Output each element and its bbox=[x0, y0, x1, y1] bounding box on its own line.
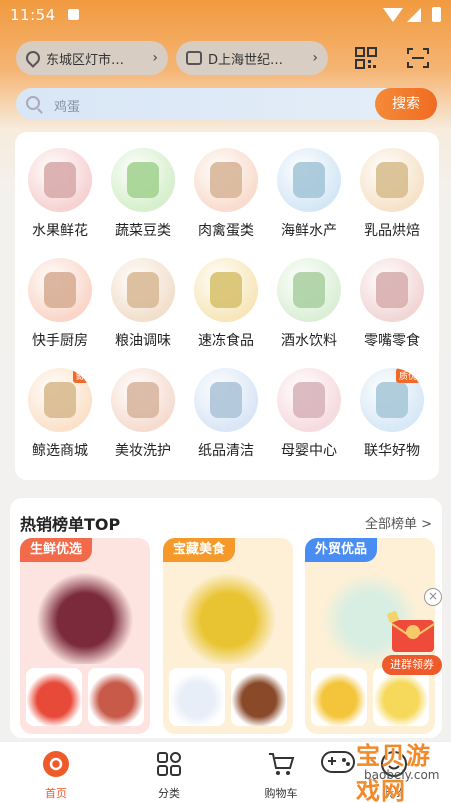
float-close-button[interactable]: × bbox=[424, 588, 442, 606]
chevron-right-icon: › bbox=[152, 50, 158, 66]
battery-icon bbox=[432, 7, 441, 22]
category-label: 美妆洗护 bbox=[115, 443, 171, 459]
signal-icon bbox=[407, 8, 421, 22]
category-item[interactable]: 鲸鲸选商城 bbox=[20, 368, 100, 460]
hot-product-thumb[interactable] bbox=[373, 668, 429, 726]
baby-icon bbox=[277, 368, 341, 432]
hot-product-thumb[interactable] bbox=[231, 668, 287, 726]
wifi-icon bbox=[383, 8, 403, 22]
warehouse-selector[interactable]: D上海世纪… › bbox=[176, 41, 328, 75]
frozen-food-icon bbox=[194, 258, 258, 322]
search-button[interactable]: 搜索 bbox=[375, 88, 437, 120]
nav-home[interactable]: 首页 bbox=[21, 750, 91, 801]
category-label: 零嘴零食 bbox=[364, 333, 420, 349]
category-label: 母婴中心 bbox=[281, 443, 337, 459]
category-item[interactable]: 水果鲜花 bbox=[20, 148, 100, 240]
category-item[interactable]: 纸品清洁 bbox=[186, 368, 266, 460]
gift-envelope-icon[interactable] bbox=[384, 610, 442, 654]
category-item[interactable]: 肉禽蛋类 bbox=[186, 148, 266, 240]
seafood-icon bbox=[277, 148, 341, 212]
status-time: 11:54 bbox=[10, 6, 56, 24]
store-location-label: 东城区灯市… bbox=[46, 52, 125, 68]
gamepad-icon bbox=[321, 751, 355, 773]
hot-column-tag: 外贸优品 bbox=[305, 538, 378, 562]
meat-egg-icon bbox=[194, 148, 258, 212]
hot-product-image[interactable] bbox=[30, 566, 140, 664]
category-item[interactable]: 母婴中心 bbox=[269, 368, 349, 460]
nav-category[interactable]: 分类 bbox=[134, 750, 204, 801]
category-label: 肉禽蛋类 bbox=[198, 223, 254, 239]
category-item[interactable]: 酒水饮料 bbox=[269, 258, 349, 350]
category-item[interactable]: 蔬菜豆类 bbox=[103, 148, 183, 240]
category-item[interactable]: 乳品烘焙 bbox=[352, 148, 432, 240]
cart-icon bbox=[269, 753, 295, 775]
hot-column[interactable]: 宝藏美食 bbox=[163, 538, 293, 734]
category-grid: 水果鲜花 蔬菜豆类 肉禽蛋类 海鲜水产 乳品烘焙快手厨房 粮油调味 速冻食品 酒水饮料 零嘴零食… bbox=[15, 132, 439, 480]
category-item[interactable]: 粮油调味 bbox=[103, 258, 183, 350]
category-label: 纸品清洁 bbox=[198, 443, 254, 459]
join-group-coupon-label[interactable]: 进群领券 bbox=[382, 655, 442, 675]
search-icon bbox=[26, 96, 40, 110]
drinks-icon bbox=[277, 258, 341, 322]
location-pin-icon bbox=[23, 48, 43, 68]
hot-column-tag: 生鲜优选 bbox=[20, 538, 93, 562]
home-icon bbox=[43, 751, 69, 777]
scan-icon[interactable] bbox=[406, 46, 430, 70]
category-label: 快手厨房 bbox=[32, 333, 88, 349]
quick-kitchen-icon bbox=[28, 258, 92, 322]
hot-product-thumb[interactable] bbox=[169, 668, 225, 726]
hot-product-thumb[interactable] bbox=[88, 668, 144, 726]
qr-code-icon[interactable] bbox=[354, 46, 378, 70]
category-label: 联华好物 bbox=[364, 443, 420, 459]
nav-home-label: 首页 bbox=[45, 787, 67, 800]
category-item[interactable]: 速冻食品 bbox=[186, 258, 266, 350]
all-rankings-link[interactable]: 全部榜单 > bbox=[365, 513, 432, 532]
search-input[interactable]: 鸡蛋 bbox=[54, 96, 80, 115]
category-label: 酒水饮料 bbox=[281, 333, 337, 349]
fruit-flower-icon bbox=[28, 148, 92, 212]
category-label: 蔬菜豆类 bbox=[115, 223, 171, 239]
beauty-icon bbox=[111, 368, 175, 432]
category-icon bbox=[157, 752, 181, 776]
store-location-selector[interactable]: 东城区灯市… › bbox=[16, 41, 168, 75]
category-label: 粮油调味 bbox=[115, 333, 171, 349]
category-badge: 鲸 bbox=[72, 368, 88, 383]
category-item[interactable]: 海鲜水产 bbox=[269, 148, 349, 240]
location-row: 东城区灯市… › D上海世纪… › bbox=[16, 41, 436, 75]
category-label: 海鲜水产 bbox=[281, 223, 337, 239]
hot-product-image[interactable] bbox=[173, 566, 283, 664]
grain-oil-icon bbox=[111, 258, 175, 322]
category-label: 速冻食品 bbox=[198, 333, 254, 349]
nav-category-label: 分类 bbox=[158, 787, 180, 800]
store-icon bbox=[186, 51, 202, 65]
chevron-right-icon: › bbox=[312, 50, 318, 66]
tissue-cleaning-icon bbox=[194, 368, 258, 432]
hot-ranking-card: 热销榜单TOP 全部榜单 > 生鲜优选 宝藏美食 外贸优品 bbox=[10, 498, 442, 738]
vegetable-icon bbox=[111, 148, 175, 212]
category-badge: 质优 bbox=[395, 368, 420, 383]
snack-icon bbox=[360, 258, 424, 322]
hot-column-tag: 宝藏美食 bbox=[163, 538, 236, 562]
whale-mall-icon: 鲸 bbox=[28, 368, 92, 432]
category-label: 水果鲜花 bbox=[32, 223, 88, 239]
hot-product-thumb[interactable] bbox=[311, 668, 367, 726]
search-bar[interactable]: 鸡蛋 搜索 bbox=[16, 88, 437, 120]
hot-ranking-title: 热销榜单TOP bbox=[20, 515, 121, 534]
hot-product-thumb[interactable] bbox=[26, 668, 82, 726]
status-bar: 11:54 bbox=[0, 0, 451, 32]
notification-icon bbox=[68, 9, 79, 20]
lianhua-icon: 质优 bbox=[360, 368, 424, 432]
warehouse-label: D上海世纪… bbox=[208, 52, 284, 68]
category-item[interactable]: 零嘴零食 bbox=[352, 258, 432, 350]
hot-column[interactable]: 生鲜优选 bbox=[20, 538, 150, 734]
dairy-bakery-icon bbox=[360, 148, 424, 212]
watermark-url: baobeiy.com bbox=[364, 768, 440, 782]
category-item[interactable]: 质优联华好物 bbox=[352, 368, 432, 460]
category-item[interactable]: 快手厨房 bbox=[20, 258, 100, 350]
category-label: 乳品烘焙 bbox=[364, 223, 420, 239]
watermark: 宝贝游戏网 baobeiy.com bbox=[300, 730, 450, 803]
category-item[interactable]: 美妆洗护 bbox=[103, 368, 183, 460]
category-label: 鲸选商城 bbox=[32, 443, 88, 459]
